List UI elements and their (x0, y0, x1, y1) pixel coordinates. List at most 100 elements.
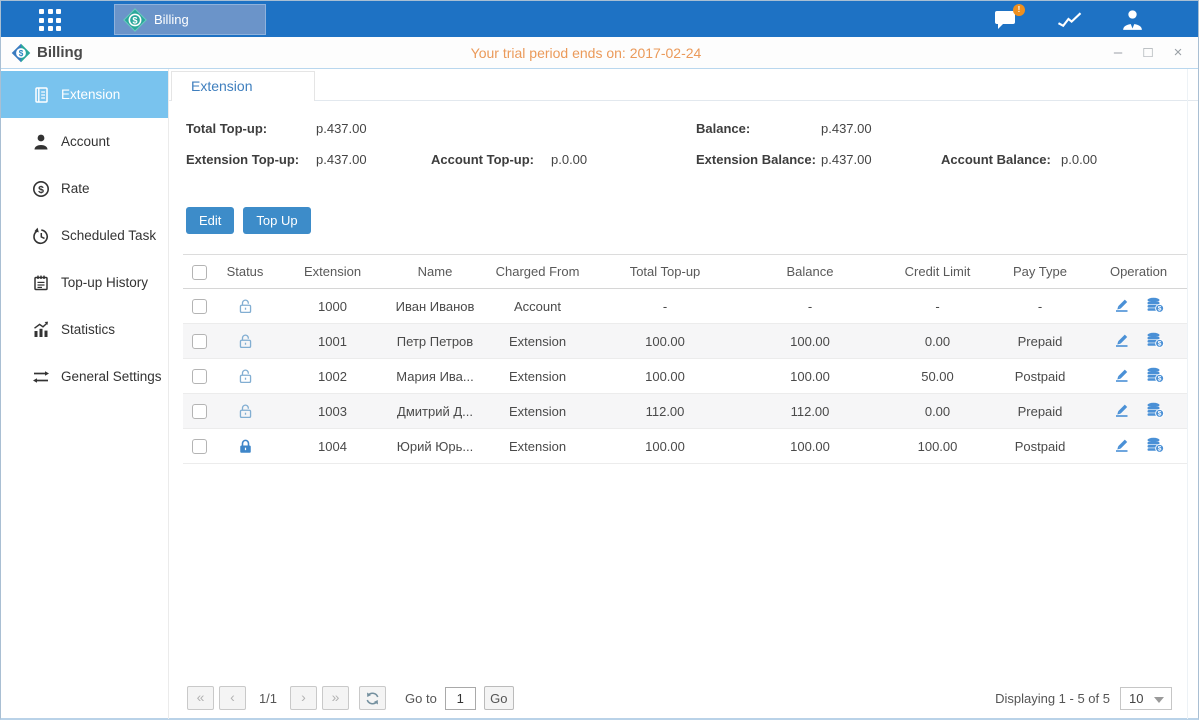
goto-label: Go to (405, 691, 437, 706)
page-size-select[interactable]: 10 (1120, 687, 1172, 710)
column-name: Name (390, 255, 480, 289)
account-balance-label: Account Balance: (941, 152, 1051, 167)
column-extension: Extension (275, 255, 390, 289)
total-topup-value: p.437.00 (316, 121, 367, 136)
sidebar-item-rate[interactable]: $ Rate (1, 165, 168, 212)
sidebar-item-extension[interactable]: Extension (1, 71, 168, 118)
cell-charged-from: Account (480, 289, 595, 324)
top-up-row-icon[interactable]: $ (1146, 297, 1164, 313)
cell-total-topup: 100.00 (595, 324, 735, 359)
billing-app-tab[interactable]: $ Billing (114, 4, 266, 35)
first-page-button[interactable]: « (187, 686, 214, 710)
row-checkbox[interactable] (192, 334, 207, 349)
table-row: 1000 Иван Иванов Account - - - - (183, 289, 1187, 324)
top-up-row-icon[interactable]: $ (1146, 402, 1164, 418)
balance-label: Balance: (696, 121, 750, 136)
trial-notice: Your trial period ends on: 2017-02-24 (471, 45, 702, 61)
cell-pay-type: Prepaid (990, 324, 1090, 359)
close-button[interactable]: × (1170, 45, 1186, 61)
svg-text:$: $ (38, 183, 44, 195)
cell-extension: 1004 (275, 429, 390, 464)
svg-text:$: $ (1157, 410, 1161, 417)
resource-monitor-icon[interactable] (1056, 9, 1083, 30)
extension-table-body: 1000 Иван Иванов Account - - - - (183, 289, 1187, 464)
cell-balance: - (735, 289, 885, 324)
cell-balance: 112.00 (735, 394, 885, 429)
top-up-row-icon[interactable]: $ (1146, 437, 1164, 453)
cell-credit-limit: 0.00 (885, 324, 990, 359)
messages-icon[interactable]: ! (993, 8, 1019, 30)
edit-row-icon[interactable] (1114, 437, 1130, 453)
svg-text:$: $ (19, 49, 24, 58)
table-row: 1003 Дмитрий Д... Extension 112.00 112.0… (183, 394, 1187, 429)
top-up-button[interactable]: Top Up (243, 207, 310, 234)
cell-balance: 100.00 (735, 324, 885, 359)
cell-credit-limit: 50.00 (885, 359, 990, 394)
extension-topup-value: p.437.00 (316, 152, 367, 167)
column-status: Status (215, 255, 275, 289)
cell-charged-from: Extension (480, 324, 595, 359)
cell-balance: 100.00 (735, 429, 885, 464)
cell-total-topup: 100.00 (595, 429, 735, 464)
app-grid-menu-icon[interactable] (39, 9, 61, 31)
next-page-button[interactable]: › (290, 686, 317, 710)
edit-row-icon[interactable] (1114, 402, 1130, 418)
column-pay-type: Pay Type (990, 255, 1090, 289)
row-checkbox[interactable] (192, 299, 207, 314)
app-tab-label: Billing (154, 12, 189, 27)
page-indicator: 1/1 (251, 691, 285, 706)
top-up-row-icon[interactable]: $ (1146, 367, 1164, 383)
edit-row-icon[interactable] (1114, 367, 1130, 383)
cell-pay-type: Postpaid (990, 429, 1090, 464)
total-topup-label: Total Top-up: (186, 121, 267, 136)
cell-credit-limit: - (885, 289, 990, 324)
sidebar-item-general-settings[interactable]: General Settings (1, 353, 168, 400)
ledger-icon (32, 86, 50, 104)
sidebar-item-account[interactable]: Account (1, 118, 168, 165)
account-topup-label: Account Top-up: (431, 152, 534, 167)
tab-extension[interactable]: Extension (171, 71, 315, 101)
goto-page-input[interactable] (445, 687, 476, 710)
top-up-row-icon[interactable]: $ (1146, 332, 1164, 348)
lock-open-icon (238, 297, 253, 315)
row-checkbox[interactable] (192, 439, 207, 454)
dollar-circle-icon: $ (32, 180, 50, 198)
tabstrip: Extension (169, 71, 1198, 101)
prev-page-button[interactable]: ‹ (219, 686, 246, 710)
last-page-button[interactable]: » (322, 686, 349, 710)
cell-name: Юрий Юрь... (390, 429, 480, 464)
row-checkbox[interactable] (192, 404, 207, 419)
svg-text:$: $ (1157, 445, 1161, 452)
notification-badge: ! (1013, 4, 1025, 16)
lock-open-icon (238, 402, 253, 420)
refresh-button[interactable] (359, 686, 386, 710)
billing-diamond-icon: $ (123, 8, 147, 32)
edit-row-icon[interactable] (1114, 297, 1130, 313)
cell-balance: 100.00 (735, 359, 885, 394)
user-account-icon[interactable] (1120, 9, 1145, 30)
cell-pay-type: Prepaid (990, 394, 1090, 429)
cell-name: Дмитрий Д... (390, 394, 480, 429)
row-checkbox[interactable] (192, 369, 207, 384)
select-all-checkbox[interactable] (192, 265, 207, 280)
billing-summary: Total Top-up: p.437.00 Balance: p.437.00… (169, 115, 1198, 193)
sidebar-item-topup-history[interactable]: Top-up History (1, 259, 168, 306)
go-button[interactable]: Go (484, 686, 514, 710)
maximize-button[interactable]: □ (1140, 45, 1156, 61)
svg-text:$: $ (1157, 340, 1161, 347)
window-title: Billing (37, 44, 83, 61)
notepad-icon (32, 274, 50, 292)
edit-button[interactable]: Edit (186, 207, 234, 234)
svg-text:$: $ (132, 15, 138, 25)
sidebar-item-scheduled-task[interactable]: Scheduled Task (1, 212, 168, 259)
cell-credit-limit: 100.00 (885, 429, 990, 464)
sidebar-item-statistics[interactable]: Statistics (1, 306, 168, 353)
lock-open-icon (238, 367, 253, 385)
cell-total-topup: 100.00 (595, 359, 735, 394)
cell-charged-from: Extension (480, 359, 595, 394)
edit-row-icon[interactable] (1114, 332, 1130, 348)
transfer-arrows-icon (32, 368, 50, 386)
clock-history-icon (32, 227, 50, 245)
minimize-button[interactable]: – (1110, 45, 1126, 61)
table-row: 1004 Юрий Юрь... Extension 100.00 100.00… (183, 429, 1187, 464)
